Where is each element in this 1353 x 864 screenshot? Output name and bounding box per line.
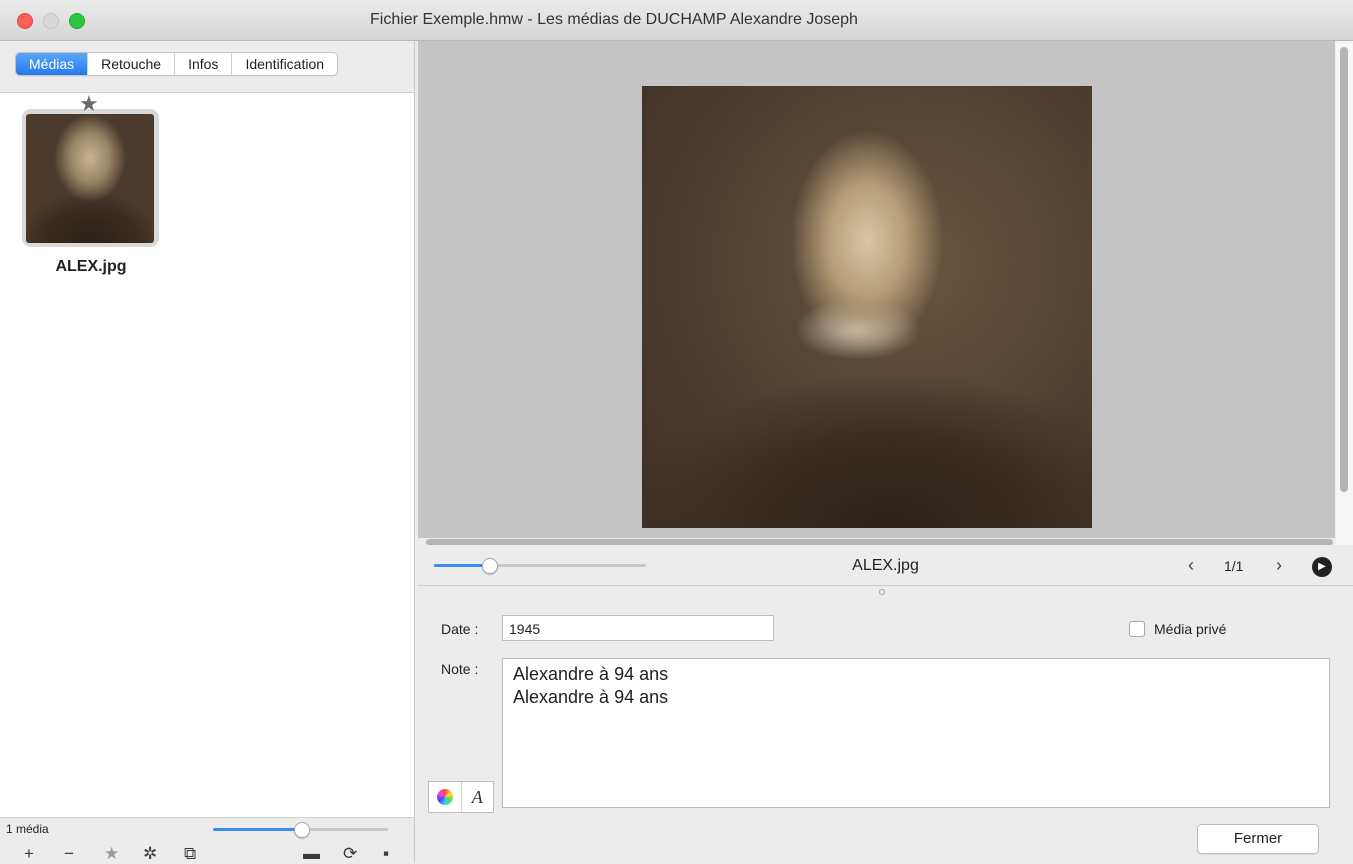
play-icon[interactable]: ▶ [1312,557,1332,577]
horizontal-scrollbar[interactable] [418,538,1335,546]
tab-retouche[interactable]: Retouche [88,53,176,75]
refresh-icon[interactable]: ⟳ [343,845,357,863]
chevron-right-icon[interactable]: › [1276,555,1282,576]
note-line: Alexandre à 94 ans [513,664,669,684]
close-window-button[interactable] [17,13,33,29]
private-label: Média privé [1154,621,1227,637]
star-icon[interactable]: ★ [104,845,119,863]
split-divider[interactable] [418,585,1353,600]
viewer-controls: ALEX.jpg ‹ 1/1 › ▶ [418,547,1353,585]
color-wheel-icon [436,789,453,805]
minus-icon[interactable]: − [64,845,74,863]
tab-medias[interactable]: Médias [16,53,89,75]
scroll-thumb[interactable] [426,539,1333,545]
plus-icon[interactable]: + [24,845,34,863]
folder-icon[interactable]: ▬ [303,845,320,863]
tab-identification[interactable]: Identification [232,53,337,75]
thumbnail-image [26,114,154,243]
duplicate-icon[interactable]: ⧉ [184,845,196,863]
thumbnail-size-slider[interactable] [213,822,388,838]
date-label: Date : [441,621,479,637]
page-indicator: 1/1 [1224,558,1244,574]
zoom-window-button[interactable] [69,13,85,29]
gear-icon[interactable]: ✲ [143,845,157,863]
sidebar-status-bar: 1 média + − ★ ✲ ⧉ ▬ ⟳ ▪ [0,817,414,864]
note-textarea[interactable]: Alexandre à 94 ans Alexandre à 94 ans [502,658,1330,808]
font-icon: A [471,786,483,807]
color-button[interactable] [429,782,462,812]
media-sidebar: Médias Retouche Infos Identification ★ A… [0,41,415,864]
date-field[interactable]: 1945 [502,615,774,641]
slider-knob[interactable] [293,822,310,838]
vertical-scrollbar[interactable] [1336,41,1353,545]
tab-infos[interactable]: Infos [175,53,233,75]
media-thumbnail[interactable] [22,109,159,247]
media-details-form: Date : 1945 Média privé Note : Alexandre… [418,599,1353,863]
close-button[interactable]: Fermer [1197,824,1319,854]
slider-fill [213,828,301,831]
tabs-bar: Médias Retouche Infos Identification [0,41,414,93]
private-checkbox[interactable] [1129,621,1145,637]
thumbnail-filename: ALEX.jpg [55,258,127,275]
split-handle[interactable] [879,589,885,595]
chevron-left-icon[interactable]: ‹ [1188,555,1194,576]
minimize-window-button[interactable] [43,13,59,29]
font-button[interactable]: A [462,782,494,812]
media-name: ALEX.jpg [852,557,919,574]
star-icon[interactable]: ★ [79,93,99,115]
title-bar: Fichier Exemple.hmw - Les médias de DUCH… [0,0,1353,41]
tab-segmented-control: Médias Retouche Infos Identification [15,52,339,76]
media-count: 1 média [6,822,49,836]
scroll-thumb[interactable] [1340,47,1348,492]
portrait-photo [642,86,1092,528]
note-line: Alexandre à 94 ans [513,687,669,707]
note-label: Note : [441,661,479,677]
save-icon[interactable]: ▪ [383,845,389,863]
text-format-tools: A [428,781,494,813]
window-title: Fichier Exemple.hmw - Les médias de DUCH… [370,11,858,28]
